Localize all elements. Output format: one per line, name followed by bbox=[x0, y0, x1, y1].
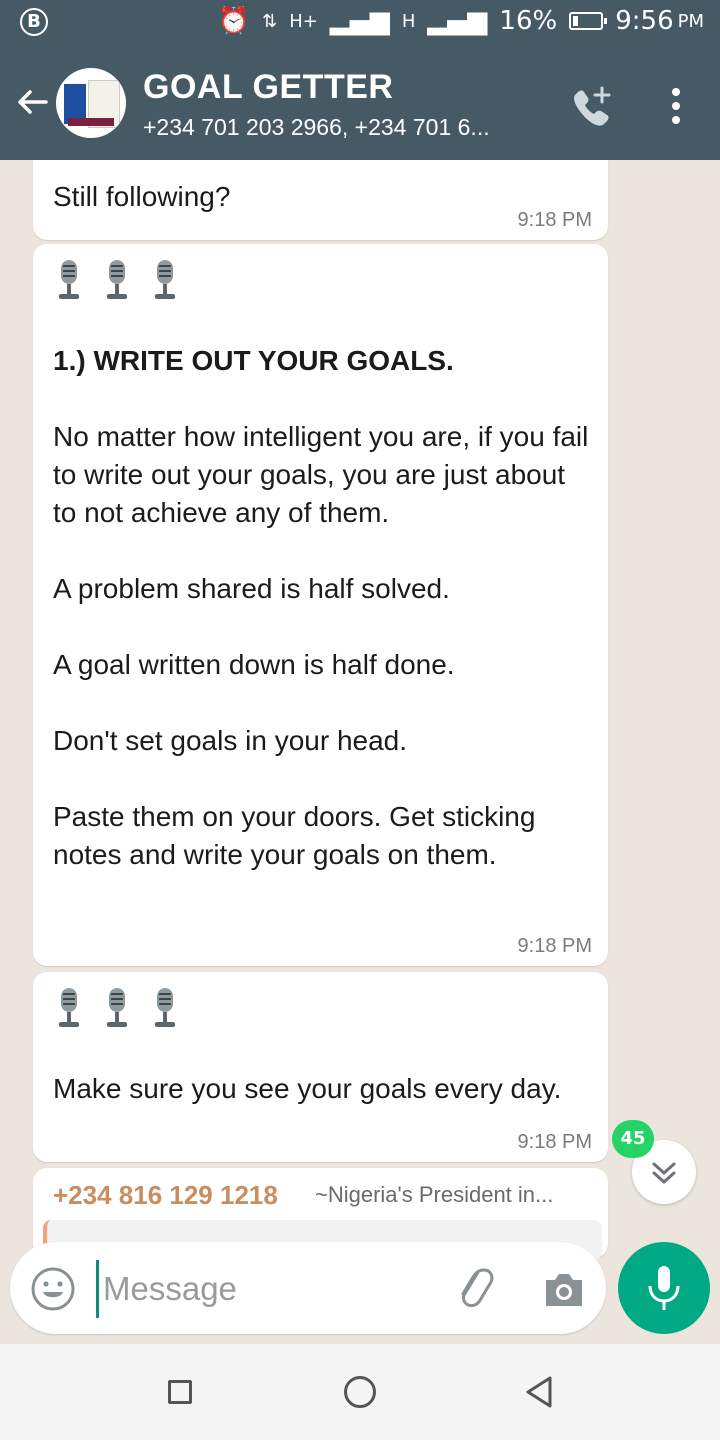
back-triangle-icon[interactable] bbox=[524, 1374, 554, 1410]
battery-icon bbox=[569, 12, 608, 30]
message-bubble[interactable]: Still following? 9:18 PM bbox=[33, 160, 608, 240]
home-button[interactable] bbox=[344, 1376, 376, 1408]
clock-ampm: PM bbox=[677, 10, 704, 32]
attach-paperclip-icon[interactable] bbox=[450, 1262, 498, 1314]
battery-percent: 16% bbox=[499, 6, 558, 36]
microphone-icon bbox=[107, 988, 127, 1027]
microphone-icon bbox=[59, 988, 79, 1027]
camera-icon[interactable] bbox=[540, 1266, 588, 1312]
message-time: 9:18 PM bbox=[517, 209, 592, 231]
microphone-emojis bbox=[53, 244, 593, 302]
microphone-icon bbox=[155, 988, 175, 1027]
signal-icon: ▂▄▆ bbox=[329, 6, 390, 36]
message-heading: 1.) WRITE OUT YOUR GOALS. bbox=[53, 345, 454, 376]
alarm-icon: ⏰ bbox=[217, 6, 251, 36]
microphone-icon bbox=[59, 260, 79, 299]
network-type: H+ bbox=[289, 10, 318, 32]
status-bar: B ⏰ ⇅ H+ ▂▄▆ H ▂▄▆ 16% 9:56 PM bbox=[0, 0, 720, 48]
group-title[interactable]: GOAL GETTER bbox=[143, 68, 393, 107]
back-arrow-icon[interactable] bbox=[14, 84, 50, 120]
app-badge-icon: B bbox=[20, 8, 48, 36]
clock-time: 9:56 bbox=[615, 6, 674, 36]
message-bubble[interactable]: Make sure you see your goals every day. … bbox=[33, 972, 608, 1162]
message-text: Still following? bbox=[53, 181, 231, 212]
system-nav-bar bbox=[0, 1344, 720, 1440]
message-input[interactable] bbox=[96, 1260, 445, 1318]
message-text: Make sure you see your goals every day. bbox=[53, 1073, 562, 1104]
microphone-emojis bbox=[53, 972, 593, 1030]
sender-push-name: ~Nigeria's President in... bbox=[315, 1182, 554, 1207]
recents-button[interactable] bbox=[168, 1380, 192, 1404]
unread-count-badge[interactable]: 45 bbox=[612, 1120, 654, 1158]
microphone-icon bbox=[155, 260, 175, 299]
message-text: No matter how intelligent you are, if yo… bbox=[53, 421, 589, 870]
emoji-icon[interactable] bbox=[30, 1266, 76, 1312]
add-call-icon[interactable] bbox=[568, 84, 614, 130]
microphone-icon bbox=[648, 1266, 680, 1310]
group-participants[interactable]: +234 701 203 2966, +234 701 6... bbox=[143, 114, 543, 141]
more-options-icon[interactable] bbox=[664, 86, 688, 126]
voice-record-button[interactable] bbox=[618, 1242, 710, 1334]
message-time: 9:18 PM bbox=[517, 1131, 592, 1153]
network-type-2: H bbox=[401, 10, 416, 32]
message-time: 9:18 PM bbox=[517, 935, 592, 957]
message-bubble[interactable]: 1.) WRITE OUT YOUR GOALS. No matter how … bbox=[33, 244, 608, 966]
chat-header: GOAL GETTER +234 701 203 2966, +234 701 … bbox=[0, 48, 720, 160]
group-avatar[interactable] bbox=[56, 68, 126, 138]
microphone-icon bbox=[107, 260, 127, 299]
message-composer bbox=[10, 1242, 606, 1334]
signal-icon-2: ▂▄▆ bbox=[427, 6, 488, 36]
sender-number[interactable]: +234 816 129 1218 bbox=[53, 1180, 278, 1211]
chat-area[interactable]: Still following? 9:18 PM 1.) WRITE OUT Y… bbox=[0, 160, 720, 1344]
data-arrows-icon: ⇅ bbox=[262, 10, 278, 32]
